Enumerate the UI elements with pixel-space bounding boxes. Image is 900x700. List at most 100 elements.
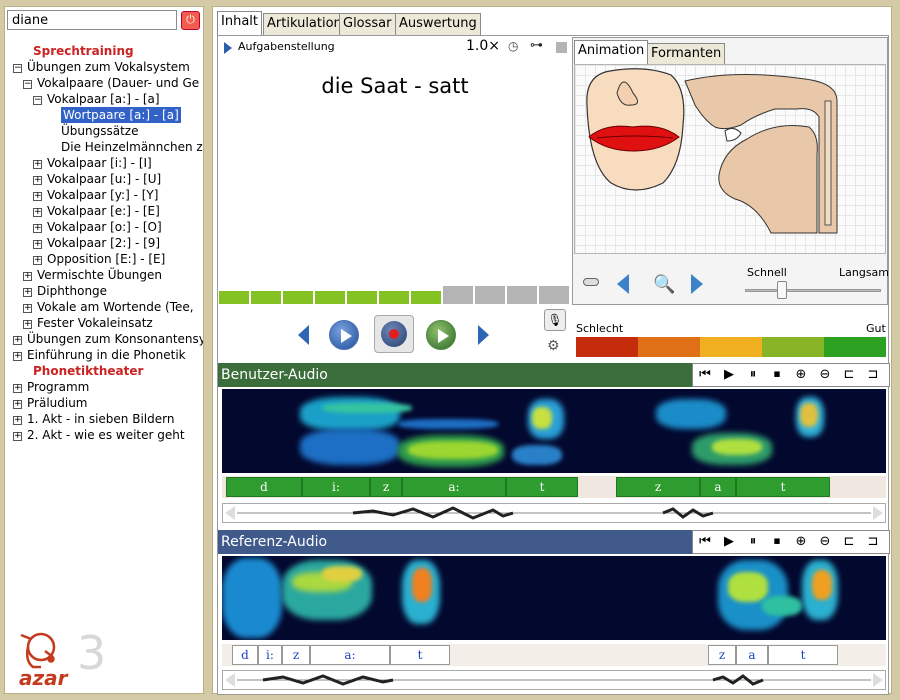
stop-icon[interactable]: ⏹ <box>765 364 789 386</box>
settings-icon[interactable]: ⚙ <box>547 338 560 354</box>
phoneme-label[interactable]: i: <box>258 645 282 665</box>
select-icon[interactable]: ⊐ <box>861 364 885 386</box>
pause-icon[interactable]: ⏸ <box>741 364 765 386</box>
tree-item[interactable]: + Einführung in die Phonetik <box>13 347 186 363</box>
microphone-icon[interactable]: 🎙 <box>544 309 566 331</box>
expand-icon[interactable]: + <box>33 160 42 169</box>
play-icon[interactable]: ▶ <box>717 364 741 386</box>
tree-item[interactable]: + Opposition [E:] - [E] <box>33 251 165 267</box>
gray-square-icon[interactable] <box>556 42 567 53</box>
rewind-icon[interactable]: ⏮ <box>693 364 717 386</box>
phoneme-label[interactable]: z <box>708 645 736 665</box>
expand-icon[interactable]: + <box>23 304 32 313</box>
scroll-left-icon[interactable] <box>225 673 235 687</box>
expand-icon[interactable] <box>224 42 232 54</box>
previous-icon[interactable] <box>298 325 309 345</box>
tab-artikulation[interactable]: Artikulation <box>263 13 346 35</box>
collapse-icon[interactable]: − <box>33 96 42 105</box>
phoneme-label[interactable]: z <box>616 477 700 497</box>
tree-item[interactable]: + Vokalpaar [o:] - [O] <box>33 219 162 235</box>
phoneme-label[interactable]: z <box>282 645 310 665</box>
glasses-icon[interactable]: ⊶ <box>530 38 543 53</box>
collapse-icon[interactable]: − <box>13 64 22 73</box>
phoneme-label[interactable]: d <box>232 645 258 665</box>
loop-icon[interactable] <box>583 278 599 286</box>
tree-item[interactable]: − Vokalpaare (Dauer- und Ge <box>23 75 199 91</box>
play-icon[interactable]: ▶ <box>717 531 741 553</box>
expand-icon[interactable]: + <box>23 320 32 329</box>
speed-slider-track[interactable] <box>745 289 881 292</box>
tab-inhalt[interactable]: Inhalt <box>217 11 262 36</box>
phoneme-label[interactable]: a <box>736 645 768 665</box>
fit-icon[interactable]: ⊏ <box>837 364 861 386</box>
power-button[interactable]: ⏻ <box>181 11 200 30</box>
speed-slider-thumb[interactable] <box>776 281 787 299</box>
phoneme-label[interactable]: z <box>370 477 402 497</box>
tree-item[interactable]: + Vokale am Wortende (Tee, <box>23 299 194 315</box>
tab-formanten[interactable]: Formanten <box>647 43 726 64</box>
expand-icon[interactable]: + <box>33 224 42 233</box>
task-label[interactable]: Aufgabenstellung <box>238 40 335 53</box>
scroll-right-icon[interactable] <box>873 673 883 687</box>
expand-icon[interactable]: + <box>13 416 22 425</box>
tab-glossar[interactable]: Glossar <box>339 13 396 35</box>
user-waveform[interactable] <box>222 503 886 523</box>
play-recording-button[interactable] <box>426 320 456 350</box>
user-field[interactable] <box>7 10 177 30</box>
zoom-icon[interactable]: 🔍 <box>653 274 675 295</box>
phoneme-label[interactable]: a <box>700 477 736 497</box>
tree-item[interactable]: − Übungen zum Vokalsystem <box>13 59 190 75</box>
tree-item[interactable]: Wortpaare [a:] - [a] <box>61 107 181 123</box>
tree-item[interactable]: + Vokalpaar [u:] - [U] <box>33 171 161 187</box>
tree-item[interactable]: Die Heinzelmännchen zu <box>61 139 203 155</box>
next-icon[interactable] <box>478 325 489 345</box>
expand-icon[interactable]: + <box>33 176 42 185</box>
record-button[interactable] <box>374 315 414 353</box>
expand-icon[interactable]: + <box>33 256 42 265</box>
fit-icon[interactable]: ⊏ <box>837 531 861 553</box>
phoneme-label[interactable]: a: <box>402 477 506 497</box>
rewind-icon[interactable]: ⏮ <box>693 531 717 553</box>
tab-auswertung[interactable]: Auswertung <box>395 13 481 35</box>
play-reference-button[interactable] <box>329 320 359 350</box>
tree-item[interactable]: − Vokalpaar [a:] - [a] <box>33 91 160 107</box>
phoneme-label[interactable]: t <box>506 477 578 497</box>
tree-item[interactable]: + Diphthonge <box>23 283 107 299</box>
tree-item[interactable]: + Präludium <box>13 395 88 411</box>
tree-item[interactable]: + Vokalpaar [e:] - [E] <box>33 203 160 219</box>
expand-icon[interactable]: + <box>23 272 32 281</box>
step-forward-icon[interactable] <box>691 274 703 294</box>
clock-icon[interactable]: ◷ <box>508 39 518 53</box>
zoom-out-icon[interactable]: ⊖ <box>813 364 837 386</box>
collapse-icon[interactable]: − <box>23 80 32 89</box>
phoneme-label[interactable]: t <box>736 477 830 497</box>
tree-item[interactable]: +1. Akt - in sieben Bildern <box>13 411 174 427</box>
expand-icon[interactable]: + <box>13 352 22 361</box>
zoom-in-icon[interactable]: ⊕ <box>789 364 813 386</box>
zoom-out-icon[interactable]: ⊖ <box>813 531 837 553</box>
expand-icon[interactable]: + <box>13 384 22 393</box>
expand-icon[interactable]: + <box>23 288 32 297</box>
tree-item[interactable]: + Fester Vokaleinsatz <box>23 315 153 331</box>
select-icon[interactable]: ⊐ <box>861 531 885 553</box>
expand-icon[interactable]: + <box>13 400 22 409</box>
phoneme-label[interactable]: d <box>226 477 302 497</box>
stop-icon[interactable]: ⏹ <box>765 531 789 553</box>
phoneme-label[interactable]: t <box>768 645 838 665</box>
reference-spectrogram[interactable] <box>222 556 886 640</box>
expand-icon[interactable]: + <box>33 192 42 201</box>
reference-waveform[interactable] <box>222 670 886 690</box>
phoneme-label[interactable]: t <box>390 645 450 665</box>
tree-item[interactable]: + Programm <box>13 379 89 395</box>
tree-item[interactable]: + Vokalpaar [i:] - [I] <box>33 155 152 171</box>
tree-item[interactable]: + Vokalpaar [y:] - [Y] <box>33 187 158 203</box>
tree-item[interactable]: + Vokalpaar [2:] - [9] <box>33 235 160 251</box>
expand-icon[interactable]: + <box>13 336 22 345</box>
tree-item[interactable]: Übungssätze <box>61 123 138 139</box>
scroll-right-icon[interactable] <box>873 506 883 520</box>
tab-animation[interactable]: Animation <box>574 40 649 64</box>
user-spectrogram[interactable] <box>222 389 886 473</box>
phoneme-label[interactable]: i: <box>302 477 370 497</box>
zoom-in-icon[interactable]: ⊕ <box>789 531 813 553</box>
tree-item[interactable]: + Übungen zum Konsonantensy <box>13 331 203 347</box>
